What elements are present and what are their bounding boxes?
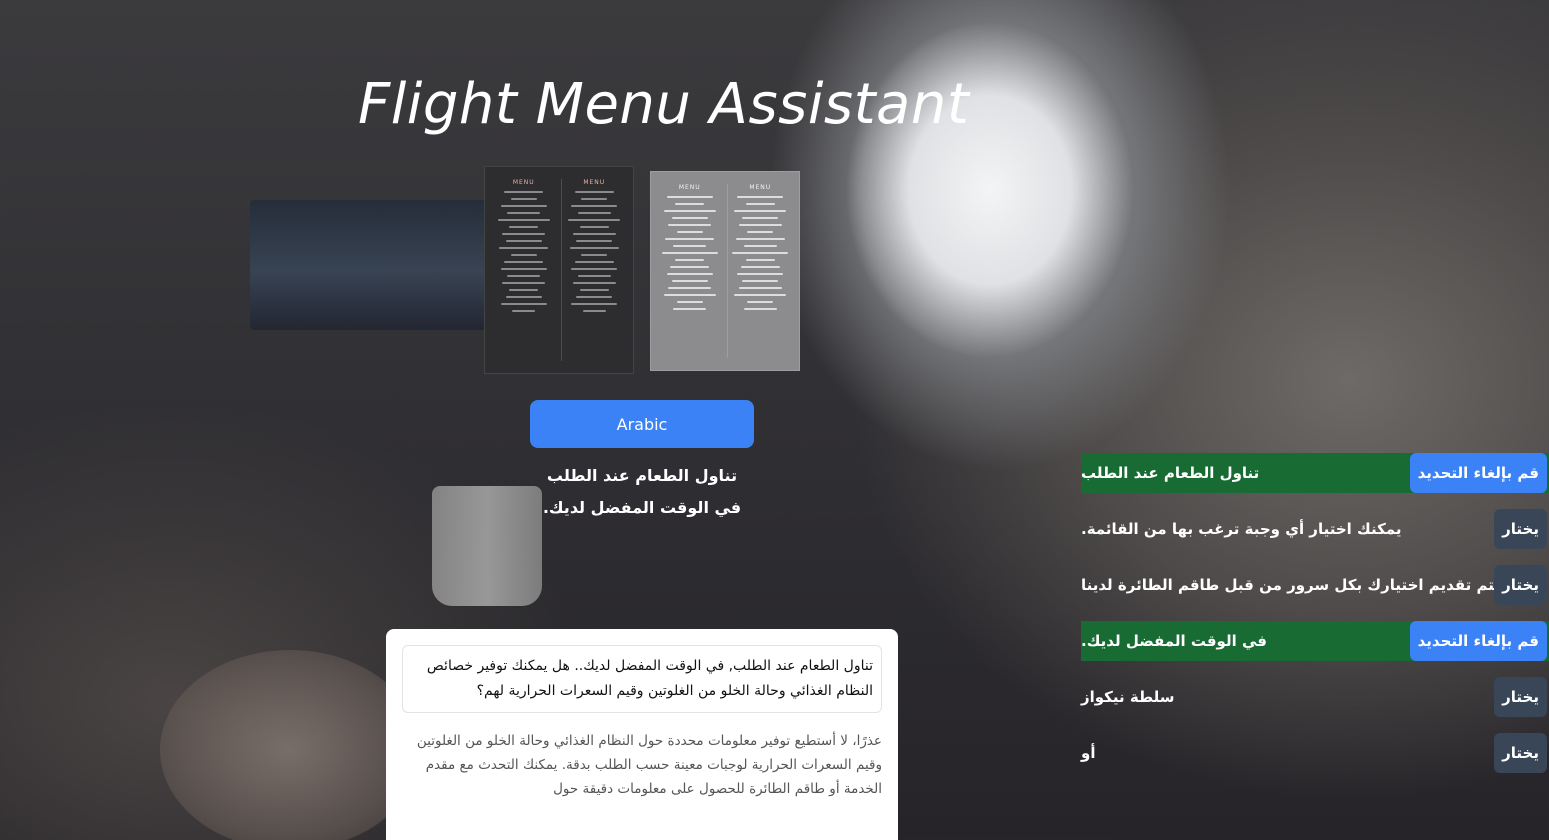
sentence-row: أو يختار <box>1081 733 1549 773</box>
selected-caption-line-2: .في الوقت المفضل لديك <box>542 498 742 517</box>
language-button[interactable]: Arabic <box>530 400 754 448</box>
choose-button[interactable]: يختار <box>1494 565 1547 605</box>
sentence-row: .يمكنك اختيار أي وجبة ترغب بها من القائم… <box>1081 509 1549 549</box>
sentence-text: تناول الطعام عند الطلب <box>1081 464 1260 482</box>
page-title: Flight Menu Assistant <box>358 72 970 137</box>
sentence-row: .في الوقت المفضل لديك قم بإلغاء التحديد <box>1081 621 1549 661</box>
sentence-list: تناول الطعام عند الطلب قم بإلغاء التحديد… <box>1081 453 1549 789</box>
menu-heading: MENU <box>583 179 606 186</box>
chat-question-bubble: تناول الطعام عند الطلب, في الوقت المفضل … <box>402 645 882 713</box>
menu-heading: MENU <box>749 184 772 191</box>
choose-button[interactable]: يختار <box>1494 733 1547 773</box>
menu-column: MENU <box>657 184 723 358</box>
sentence-text: سيتم تقديم اختيارك بكل سرور من قبل طاقم … <box>1081 576 1516 594</box>
menu-column: MENU <box>726 184 794 358</box>
menu-column: MENU <box>560 179 628 361</box>
deselect-button[interactable]: قم بإلغاء التحديد <box>1409 453 1547 493</box>
sentence-text: .يمكنك اختيار أي وجبة ترغب بها من القائم… <box>1081 520 1402 538</box>
menu-heading: MENU <box>512 179 535 186</box>
menu-heading: MENU <box>678 184 701 191</box>
sentence-text: سلطة نيكواز <box>1081 688 1175 706</box>
sentence-row: سيتم تقديم اختيارك بكل سرور من قبل طاقم … <box>1081 565 1549 605</box>
menu-image-1[interactable]: MENU MENU <box>484 166 634 374</box>
background-plate <box>160 650 420 840</box>
chat-panel: تناول الطعام عند الطلب, في الوقت المفضل … <box>386 629 898 840</box>
sentence-text: .في الوقت المفضل لديك <box>1081 632 1267 650</box>
chat-answer-text: عذرًا، لا أستطيع توفير معلومات محددة حول… <box>416 733 882 797</box>
selected-caption-line-1: تناول الطعام عند الطلب <box>546 466 738 485</box>
deselect-button[interactable]: قم بإلغاء التحديد <box>1409 621 1547 661</box>
sentence-row: تناول الطعام عند الطلب قم بإلغاء التحديد <box>1081 453 1549 493</box>
choose-button[interactable]: يختار <box>1494 509 1547 549</box>
sentence-row: سلطة نيكواز يختار <box>1081 677 1549 717</box>
choose-button[interactable]: يختار <box>1494 677 1547 717</box>
sentence-text: أو <box>1081 744 1096 762</box>
menu-column: MENU <box>491 179 557 361</box>
background-seat-screen <box>250 200 490 330</box>
menu-image-2[interactable]: MENU MENU <box>650 171 800 371</box>
